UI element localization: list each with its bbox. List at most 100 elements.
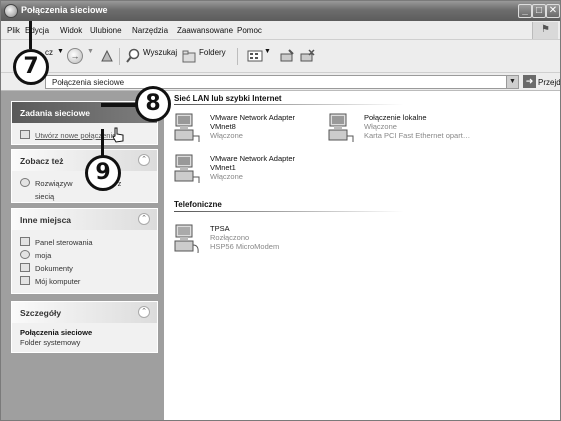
hand-cursor-icon bbox=[112, 127, 124, 143]
troubleshooter-task[interactable]: Rozwiązyw dw z bbox=[20, 177, 149, 189]
details-type: Folder systemowy bbox=[20, 338, 81, 347]
minimize-button[interactable]: _ bbox=[518, 4, 532, 18]
place-documents[interactable]: Dokumenty bbox=[20, 262, 149, 274]
menu-zaawansowane[interactable]: Zaawansowane bbox=[177, 26, 233, 35]
address-input[interactable]: Połączenia sieciowe ▼ bbox=[45, 75, 519, 89]
collapse-icon[interactable]: ⌃ bbox=[138, 213, 150, 225]
connection-status: Włączone bbox=[210, 172, 243, 181]
folders-icon[interactable] bbox=[181, 48, 197, 64]
callout-leader bbox=[29, 21, 32, 49]
back-label[interactable]: cz bbox=[45, 48, 53, 57]
menu-narzedzia[interactable]: Narzędzia bbox=[132, 26, 168, 35]
dialup-connection-icon bbox=[174, 224, 199, 254]
other-places-title: Inne miejsca bbox=[20, 215, 72, 225]
place-label[interactable]: Panel sterowania bbox=[35, 238, 93, 247]
connection-item[interactable]: VMware Network Adapter VMnet8 Włączone bbox=[174, 112, 334, 148]
connection-name: VMware Network Adapter bbox=[210, 113, 296, 122]
address-dropdown-icon[interactable]: ▼ bbox=[506, 76, 518, 88]
connection-status: Włączone bbox=[210, 131, 243, 140]
menu-plik[interactable]: Plik bbox=[7, 26, 20, 35]
connection-status: Rozłączono bbox=[210, 233, 250, 242]
explorer-window: Połączenia sieciowe _ □ ✕ Plik Edycja Wi… bbox=[0, 0, 561, 421]
toolbar: cz ▼ → ▼ Wyszukaj Foldery ▼ bbox=[1, 40, 560, 73]
toolbar-separator bbox=[237, 48, 238, 65]
menu-pomoc[interactable]: Pomoc bbox=[237, 26, 262, 35]
collapse-icon[interactable]: ⌃ bbox=[138, 306, 150, 318]
back-dropdown-icon[interactable]: ▼ bbox=[57, 48, 64, 55]
map-drive-icon[interactable] bbox=[279, 48, 295, 64]
go-button[interactable]: Przejdź bbox=[538, 78, 560, 87]
place-label[interactable]: Dokumenty bbox=[35, 264, 73, 273]
group-divider bbox=[174, 211, 404, 212]
other-places-header[interactable]: Inne miejsca ⌃ bbox=[12, 209, 157, 230]
views-dropdown-icon[interactable]: ▼ bbox=[264, 48, 271, 55]
menu-ulubione[interactable]: Ulubione bbox=[90, 26, 122, 35]
network-connection-icon bbox=[328, 113, 354, 142]
details-panel: Szczegóły ⌃ Połączenia sieciowe Folder s… bbox=[11, 301, 158, 353]
forward-dropdown-icon[interactable]: ▼ bbox=[87, 48, 94, 55]
connection-name: VMware Network Adapter bbox=[210, 154, 296, 163]
toolbar-separator bbox=[119, 48, 120, 65]
windows-logo-icon: ⚑ bbox=[532, 22, 558, 39]
maximize-button[interactable]: □ bbox=[532, 4, 546, 18]
address-value: Połączenia sieciowe bbox=[52, 78, 125, 87]
connection-name: TPSA bbox=[210, 224, 230, 233]
control-panel-icon bbox=[20, 237, 30, 246]
details-name: Połączenia sieciowe bbox=[20, 328, 93, 337]
address-bar: Połączenia sieciowe ▼ ➜ Przejdź bbox=[1, 73, 560, 91]
search-icon[interactable] bbox=[125, 48, 141, 64]
go-arrow-icon[interactable]: ➜ bbox=[523, 75, 536, 88]
create-connection-task[interactable]: Utwórz nowe połączenie bbox=[20, 129, 149, 141]
menu-bar: Plik Edycja Widok Ulubione Narzędzia Zaa… bbox=[1, 21, 560, 40]
dialup-group-title: Telefoniczne bbox=[174, 200, 222, 209]
see-also-title: Zobacz też bbox=[20, 156, 64, 166]
connection-device: VMnet1 bbox=[210, 163, 236, 172]
connection-item[interactable]: VMware Network Adapter VMnet1 Włączone bbox=[174, 153, 334, 189]
info-icon bbox=[20, 178, 30, 187]
callout-9: 9 bbox=[85, 155, 121, 191]
folders-button[interactable]: Foldery bbox=[199, 48, 226, 57]
close-button[interactable]: ✕ bbox=[546, 4, 560, 18]
details-title: Szczegóły bbox=[20, 308, 62, 318]
collapse-icon[interactable]: ⌃ bbox=[138, 154, 150, 166]
place-label[interactable]: Mój komputer bbox=[35, 277, 80, 286]
place-control-panel[interactable]: Panel sterowania bbox=[20, 236, 149, 248]
up-folder-icon[interactable] bbox=[99, 48, 115, 64]
network-folder-icon bbox=[4, 4, 18, 18]
details-header[interactable]: Szczegóły ⌃ bbox=[12, 302, 157, 323]
lan-group-title: Sieć LAN lub szybki Internet bbox=[174, 94, 282, 103]
menu-widok[interactable]: Widok bbox=[60, 26, 82, 35]
connections-view: Sieć LAN lub szybki Internet VMware Netw… bbox=[164, 91, 560, 420]
disconnect-drive-icon[interactable] bbox=[299, 48, 315, 64]
window-title: Połączenia sieciowe bbox=[21, 5, 108, 15]
documents-folder-icon bbox=[20, 263, 30, 272]
new-connection-icon bbox=[20, 130, 30, 139]
connection-device: HSP56 MicroModem bbox=[210, 242, 280, 251]
connection-status: Włączone bbox=[364, 122, 397, 131]
search-button[interactable]: Wyszukaj bbox=[143, 48, 177, 57]
task-pane: Zadania sieciowe Utwórz nowe połączenie … bbox=[1, 91, 164, 420]
network-places-icon bbox=[20, 250, 30, 259]
troubleshooter-label-line2[interactable]: siecią bbox=[35, 192, 54, 201]
forward-icon[interactable]: → bbox=[67, 48, 83, 64]
callout-leader bbox=[101, 103, 137, 107]
place-network[interactable]: moja bbox=[20, 249, 149, 261]
group-divider bbox=[174, 104, 404, 105]
network-connection-icon bbox=[174, 113, 200, 142]
troubleshooter-task-line2[interactable]: siecią bbox=[20, 190, 149, 202]
connection-device: VMnet8 bbox=[210, 122, 236, 131]
connection-item[interactable]: TPSA Rozłączono HSP56 MicroModem bbox=[174, 223, 334, 259]
connection-item[interactable]: Połączenie lokalne Włączone Karta PCI Fa… bbox=[328, 112, 528, 148]
callout-7: 7 bbox=[13, 49, 49, 85]
other-places-panel: Inne miejsca ⌃ Panel sterowania moja Dok… bbox=[11, 208, 158, 294]
place-label[interactable]: moja bbox=[35, 251, 51, 260]
place-my-computer[interactable]: Mój komputer bbox=[20, 275, 149, 287]
network-connection-icon bbox=[174, 154, 200, 183]
create-connection-link[interactable]: Utwórz nowe połączenie bbox=[35, 131, 116, 140]
connection-name: Połączenie lokalne bbox=[364, 113, 427, 122]
views-icon[interactable] bbox=[247, 48, 263, 64]
callout-8: 8 bbox=[135, 86, 171, 122]
network-tasks-title: Zadania sieciowe bbox=[20, 108, 90, 118]
troubleshooter-label[interactable]: Rozwiązyw bbox=[35, 179, 73, 188]
title-bar[interactable]: Połączenia sieciowe _ □ ✕ bbox=[1, 1, 560, 21]
